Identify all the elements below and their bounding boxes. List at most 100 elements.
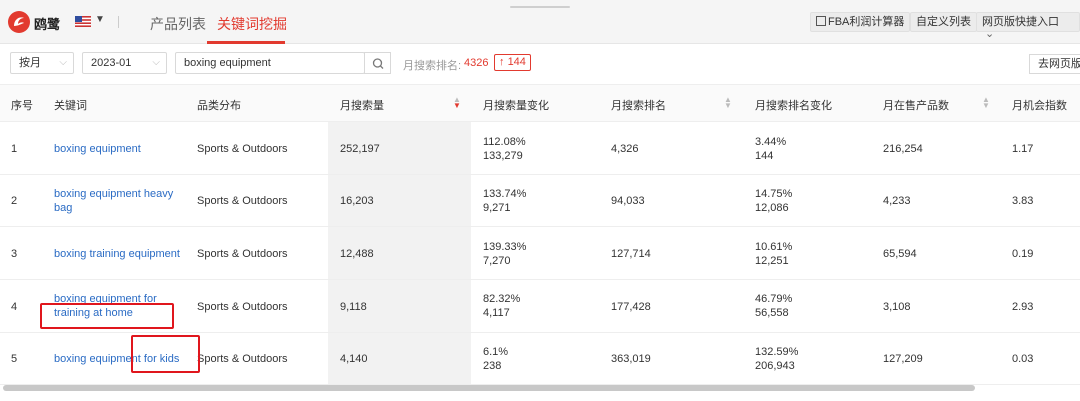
products-count: 65,594 <box>883 248 917 260</box>
monthly-volume: 252,197 <box>340 143 380 155</box>
search-value: boxing equipment <box>184 57 271 69</box>
us-flag-icon[interactable] <box>75 16 91 27</box>
header-opportunity: 月机会指数 <box>1012 100 1067 112</box>
chevron-down-icon: ⌵ <box>59 57 67 68</box>
table-row: 1 boxing equipment Sports & Outdoors 252… <box>0 122 1080 175</box>
keyword-link[interactable]: boxing training equipment <box>54 247 180 261</box>
horizontal-scrollbar[interactable] <box>3 385 975 391</box>
row-index: 5 <box>11 353 18 365</box>
header-keyword: 关键词 <box>54 100 87 112</box>
volume-change-pct: 82.32% <box>483 293 521 305</box>
chevron-down-icon[interactable]: ▼ <box>95 14 105 25</box>
volume-change-pct: 112.08% <box>483 136 526 148</box>
active-tab-indicator <box>207 41 285 44</box>
web-shortcut-button[interactable]: 网页版快捷入口 ⌄ <box>976 12 1080 40</box>
opportunity-index: 0.03 <box>1012 353 1034 365</box>
table-header: 序号 关键词 品类分布 月搜索量 ▲ ▼ 月搜索量变化 月搜索排名 ▲ ▼ 月搜索排… <box>0 84 1080 122</box>
opportunity-index: 0.19 <box>1012 248 1034 260</box>
monthly-volume: 12,488 <box>340 248 374 260</box>
go-web-button[interactable]: 去网页版 <box>1029 54 1080 74</box>
row-index: 1 <box>11 143 18 155</box>
rank-change-pct: 3.44% <box>755 136 787 148</box>
month-value: 2023-01 <box>91 57 132 69</box>
tab-keyword-mining[interactable]: 关键词挖掘 <box>217 14 287 34</box>
fba-calculator-label: FBA利润计算器 <box>828 16 905 28</box>
products-count: 127,209 <box>883 353 923 365</box>
header-volume-change: 月搜索量变化 <box>483 100 549 112</box>
keyword-search-input[interactable]: boxing equipment <box>175 52 365 74</box>
table-row: 3 boxing training equipment Sports & Out… <box>0 227 1080 280</box>
search-icon <box>372 58 384 69</box>
rank-delta-value: 144 <box>507 56 526 68</box>
opportunity-index: 2.93 <box>1012 301 1034 313</box>
rank-label: 月搜索排名: <box>403 60 462 72</box>
rank-change-pct: 132.59% <box>755 346 799 358</box>
header-index: 序号 <box>11 100 33 112</box>
brand-logo-icon <box>8 11 30 33</box>
category: Sports & Outdoors <box>197 143 288 155</box>
table-row: 2 boxing equipment heavy bag Sports & Ou… <box>0 174 1080 227</box>
products-count: 4,233 <box>883 195 911 207</box>
fba-calculator-button[interactable]: FBA利润计算器 <box>810 12 911 32</box>
calculator-icon <box>816 16 826 26</box>
volume-change-abs: 9,271 <box>483 202 511 214</box>
volume-change-pct: 6.1% <box>483 346 509 358</box>
drag-handle[interactable] <box>510 6 570 8</box>
category: Sports & Outdoors <box>197 195 288 207</box>
period-select[interactable]: 按月 ⌵ <box>10 52 74 74</box>
chevron-down-icon: ⌄ <box>985 28 995 40</box>
row-index: 4 <box>11 301 18 313</box>
rank-change-pct: 10.61% <box>755 241 793 253</box>
custom-list-button[interactable]: 自定义列表 <box>910 12 977 32</box>
rank-change-abs: 12,086 <box>755 202 789 214</box>
category: Sports & Outdoors <box>197 301 288 313</box>
rank-change-abs: 12,251 <box>755 255 789 267</box>
products-count: 3,108 <box>883 301 911 313</box>
month-select[interactable]: 2023-01 ⌵ <box>82 52 167 74</box>
monthly-volume: 4,140 <box>340 353 368 365</box>
opportunity-index: 3.83 <box>1012 195 1034 207</box>
volume-change-abs: 7,270 <box>483 255 511 267</box>
top-bar: 鸥鹭 ▼ 产品列表 关键词挖掘 FBA利润计算器 自定义列表 网页版快捷入口 ⌄ <box>0 0 1080 44</box>
annotation-highlight-box <box>40 303 174 329</box>
keyword-link-line2[interactable]: bag <box>54 201 72 215</box>
keyword-link[interactable]: boxing equipment heavy <box>54 187 173 201</box>
keyword-link[interactable]: boxing equipment <box>54 142 141 156</box>
rank-change-pct: 14.75% <box>755 188 793 200</box>
header-monthly-volume[interactable]: 月搜索量 <box>340 97 384 113</box>
sort-icon[interactable]: ▲ ▼ <box>453 96 461 110</box>
rank-delta-badge: ↑ 144 <box>494 54 531 71</box>
tab-product-list[interactable]: 产品列表 <box>150 14 206 34</box>
chevron-down-icon: ⌵ <box>152 57 160 68</box>
divider <box>118 16 119 28</box>
volume-change-abs: 238 <box>483 360 502 372</box>
volume-change-pct: 133.74% <box>483 188 527 200</box>
monthly-volume: 16,203 <box>340 195 374 207</box>
rank-value: 4326 <box>464 57 489 69</box>
rank-change-abs: 206,943 <box>755 360 795 372</box>
monthly-rank: 177,428 <box>611 301 651 313</box>
sort-icon[interactable]: ▲ ▼ <box>724 96 732 110</box>
header-category: 品类分布 <box>197 100 241 112</box>
opportunity-index: 1.17 <box>1012 143 1034 155</box>
volume-change-abs: 4,117 <box>483 307 510 319</box>
brand-name: 鸥鹭 <box>34 17 61 32</box>
rank-change-abs: 144 <box>755 150 774 162</box>
row-index: 3 <box>11 248 18 260</box>
web-shortcut-label: 网页版快捷入口 <box>982 16 1059 28</box>
products-count: 216,254 <box>883 143 923 155</box>
rank-change-pct: 46.79% <box>755 293 793 305</box>
category: Sports & Outdoors <box>197 353 288 365</box>
arrow-up-icon: ↑ <box>499 56 505 68</box>
period-value: 按月 <box>19 57 41 69</box>
header-products[interactable]: 月在售产品数 <box>883 97 949 113</box>
search-button[interactable] <box>364 52 391 74</box>
monthly-rank: 363,019 <box>611 353 651 365</box>
sort-icon[interactable]: ▲ ▼ <box>982 96 990 110</box>
monthly-volume: 9,118 <box>340 301 367 313</box>
volume-change-abs: 133,279 <box>483 150 523 162</box>
volume-change-pct: 139.33% <box>483 241 527 253</box>
monthly-rank: 4,326 <box>611 143 639 155</box>
monthly-rank: 94,033 <box>611 195 645 207</box>
header-monthly-rank[interactable]: 月搜索排名 <box>611 97 666 113</box>
